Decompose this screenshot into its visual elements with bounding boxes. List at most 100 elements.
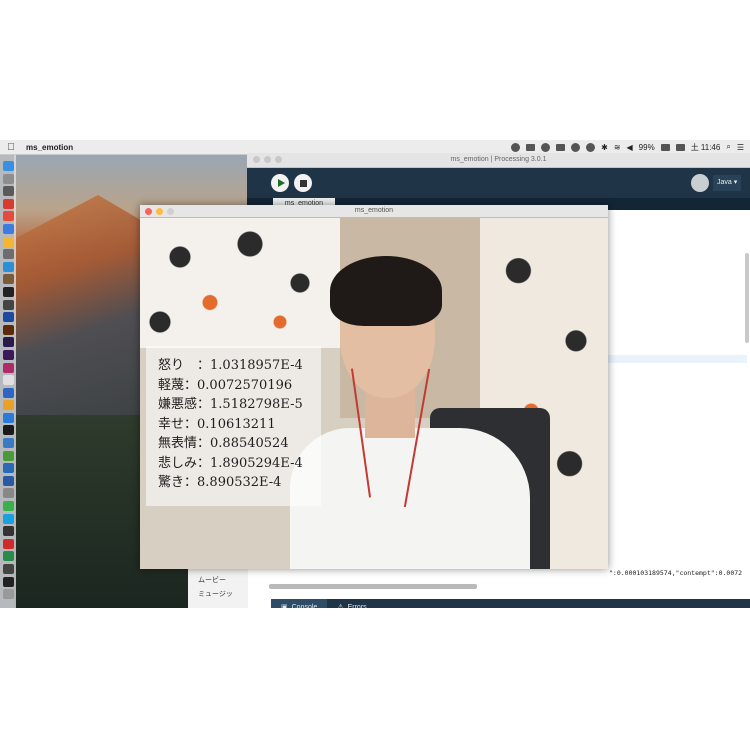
app-dock-icon[interactable] (2, 198, 14, 209)
curtain-left (140, 218, 340, 348)
acrobat-dock-icon[interactable] (2, 538, 14, 549)
app-dock-icon[interactable] (2, 576, 14, 587)
spotlight-icon[interactable]: ⌕ (726, 142, 730, 152)
app-dock-icon[interactable] (2, 526, 14, 537)
processing-dock-icon[interactable] (2, 286, 14, 297)
tab-console[interactable]: ▣ Console (271, 599, 328, 608)
emotion-label: 悲しみ (158, 455, 198, 471)
app-dock-icon[interactable] (2, 387, 14, 398)
app-dock-icon[interactable] (2, 564, 14, 574)
emotion-value: 1.8905294E-4 (210, 455, 303, 471)
person-shirt (290, 428, 530, 569)
console-output: ":0.000103189574,"contempt":0.0072 (609, 569, 743, 577)
emotion-separator: ： (184, 358, 211, 373)
app-dock-icon[interactable] (2, 211, 14, 222)
emotion-separator: ： (184, 416, 198, 432)
emotion-row: 驚き：8.890532E-4 (158, 473, 321, 493)
zoom-button[interactable] (167, 207, 174, 215)
minimize-button[interactable] (264, 156, 271, 163)
wifi-icon[interactable]: ≋ (614, 143, 621, 152)
cloud-icon[interactable] (541, 142, 551, 152)
ide-toolbar: Java ▾ (247, 168, 750, 198)
stop-button[interactable] (294, 174, 312, 192)
volume-icon[interactable]: ◀ (627, 143, 633, 152)
finder-item[interactable]: ムービー (188, 574, 248, 588)
chrome-dock-icon[interactable] (2, 236, 14, 247)
app-dock-icon[interactable] (2, 488, 14, 499)
skype-dock-icon[interactable] (2, 513, 14, 524)
trash-dock-icon[interactable] (2, 589, 14, 600)
terminal-dock-icon[interactable] (2, 425, 14, 436)
record-icon[interactable] (511, 142, 521, 152)
aftereffects-dock-icon[interactable] (2, 337, 14, 348)
launchpad-dock-icon[interactable] (2, 173, 14, 184)
emotion-value: 1.0318957E-4 (210, 358, 303, 373)
emotion-scores-panel: 怒り ：1.0318957E-4 軽蔑：0.0072570196 嫌悪感：1.5… (146, 346, 321, 506)
app-dock-icon[interactable] (2, 249, 14, 260)
emotion-value: 8.890532E-4 (197, 475, 282, 490)
app-dock-icon[interactable] (2, 551, 14, 562)
emotion-row: 軽蔑：0.0072570196 (158, 376, 321, 396)
errors-tab-label: Errors (347, 604, 367, 608)
warning-icon: ⚠ (337, 604, 344, 608)
debug-button[interactable] (691, 174, 709, 192)
ide-window-title: ms_emotion | Processing 3.0.1 (450, 156, 547, 163)
app-dock-icon[interactable] (2, 375, 14, 386)
finder-dock-icon[interactable] (2, 161, 14, 171)
app-dock-icon[interactable] (2, 261, 14, 272)
stop-icon (299, 179, 307, 187)
finder-item[interactable]: ミュージッ (188, 588, 248, 602)
editor-scrollbar[interactable] (745, 253, 749, 343)
photoshop-dock-icon[interactable] (2, 312, 14, 323)
vscode-dock-icon[interactable] (2, 412, 14, 423)
emotion-separator: ： (197, 455, 211, 471)
emotion-label: 軽蔑 (158, 377, 185, 393)
sketch-window: ms_emotion 怒り ：1.0318957E-4 軽蔑：0.0072570… (140, 205, 608, 569)
emotion-row: 幸せ：0.10613211 (158, 415, 321, 435)
clock[interactable]: 土 11:46 (691, 142, 721, 153)
battery-icon[interactable] (660, 143, 670, 151)
app-dock-icon[interactable] (2, 186, 14, 197)
ide-titlebar[interactable]: ms_emotion | Processing 3.0.1 (247, 153, 750, 168)
bluetooth-icon[interactable]: ✱ (601, 143, 608, 152)
sketch-window-title: ms_emotion (354, 207, 394, 214)
menubar-status-area: ✱ ≋ ◀ 99% 土 11:46 ⌕ ☰ (511, 140, 744, 154)
app-dock-icon[interactable] (2, 299, 14, 310)
sync-icon[interactable] (571, 142, 581, 152)
close-button[interactable] (253, 156, 260, 163)
zoom-button[interactable] (275, 156, 282, 163)
tab-errors[interactable]: ⚠ Errors (327, 599, 376, 608)
minimize-button[interactable] (156, 207, 163, 215)
app-dock-icon[interactable] (2, 463, 14, 474)
sketch-titlebar[interactable]: ms_emotion (140, 205, 608, 218)
premiere-dock-icon[interactable] (2, 349, 14, 360)
app-dock-icon[interactable] (2, 274, 14, 285)
safari-dock-icon[interactable] (2, 223, 14, 234)
suitcase-icon[interactable] (556, 143, 566, 151)
console-status-bar: ▣ Console ⚠ Errors (271, 599, 750, 608)
close-button[interactable] (145, 207, 152, 215)
notification-center-icon[interactable]: ☰ (737, 143, 744, 152)
app-dock-icon[interactable] (2, 475, 14, 486)
emotion-label: 無表情 (158, 436, 198, 451)
menubar-app-name[interactable]: ms_emotion (26, 143, 73, 152)
emotion-row: 怒り ：1.0318957E-4 (158, 356, 321, 376)
app-dock-icon[interactable] (2, 501, 14, 512)
ide-window-controls (253, 156, 282, 163)
app-dock-icon[interactable] (2, 362, 14, 373)
dropbox-icon[interactable] (526, 143, 536, 151)
app-dock-icon[interactable] (2, 450, 14, 461)
desktop-screen:  ms_emotion ✱ ≋ ◀ 99% 土 11:46 ⌕ ☰ (0, 140, 750, 608)
mode-selector[interactable]: Java ▾ (713, 175, 742, 191)
time-machine-icon[interactable] (586, 142, 596, 152)
battery-percent[interactable]: 99% (639, 143, 655, 152)
app-dock-icon[interactable] (2, 438, 14, 449)
input-source-icon[interactable] (675, 143, 685, 151)
wallpaper-cliff (14, 195, 154, 415)
emotion-value: 0.0072570196 (197, 377, 293, 393)
app-dock-icon[interactable] (2, 400, 14, 411)
console-scrollbar[interactable] (269, 584, 477, 589)
illustrator-dock-icon[interactable] (2, 324, 14, 335)
run-button[interactable] (271, 174, 289, 192)
apple-menu-icon[interactable]:  (0, 142, 22, 153)
